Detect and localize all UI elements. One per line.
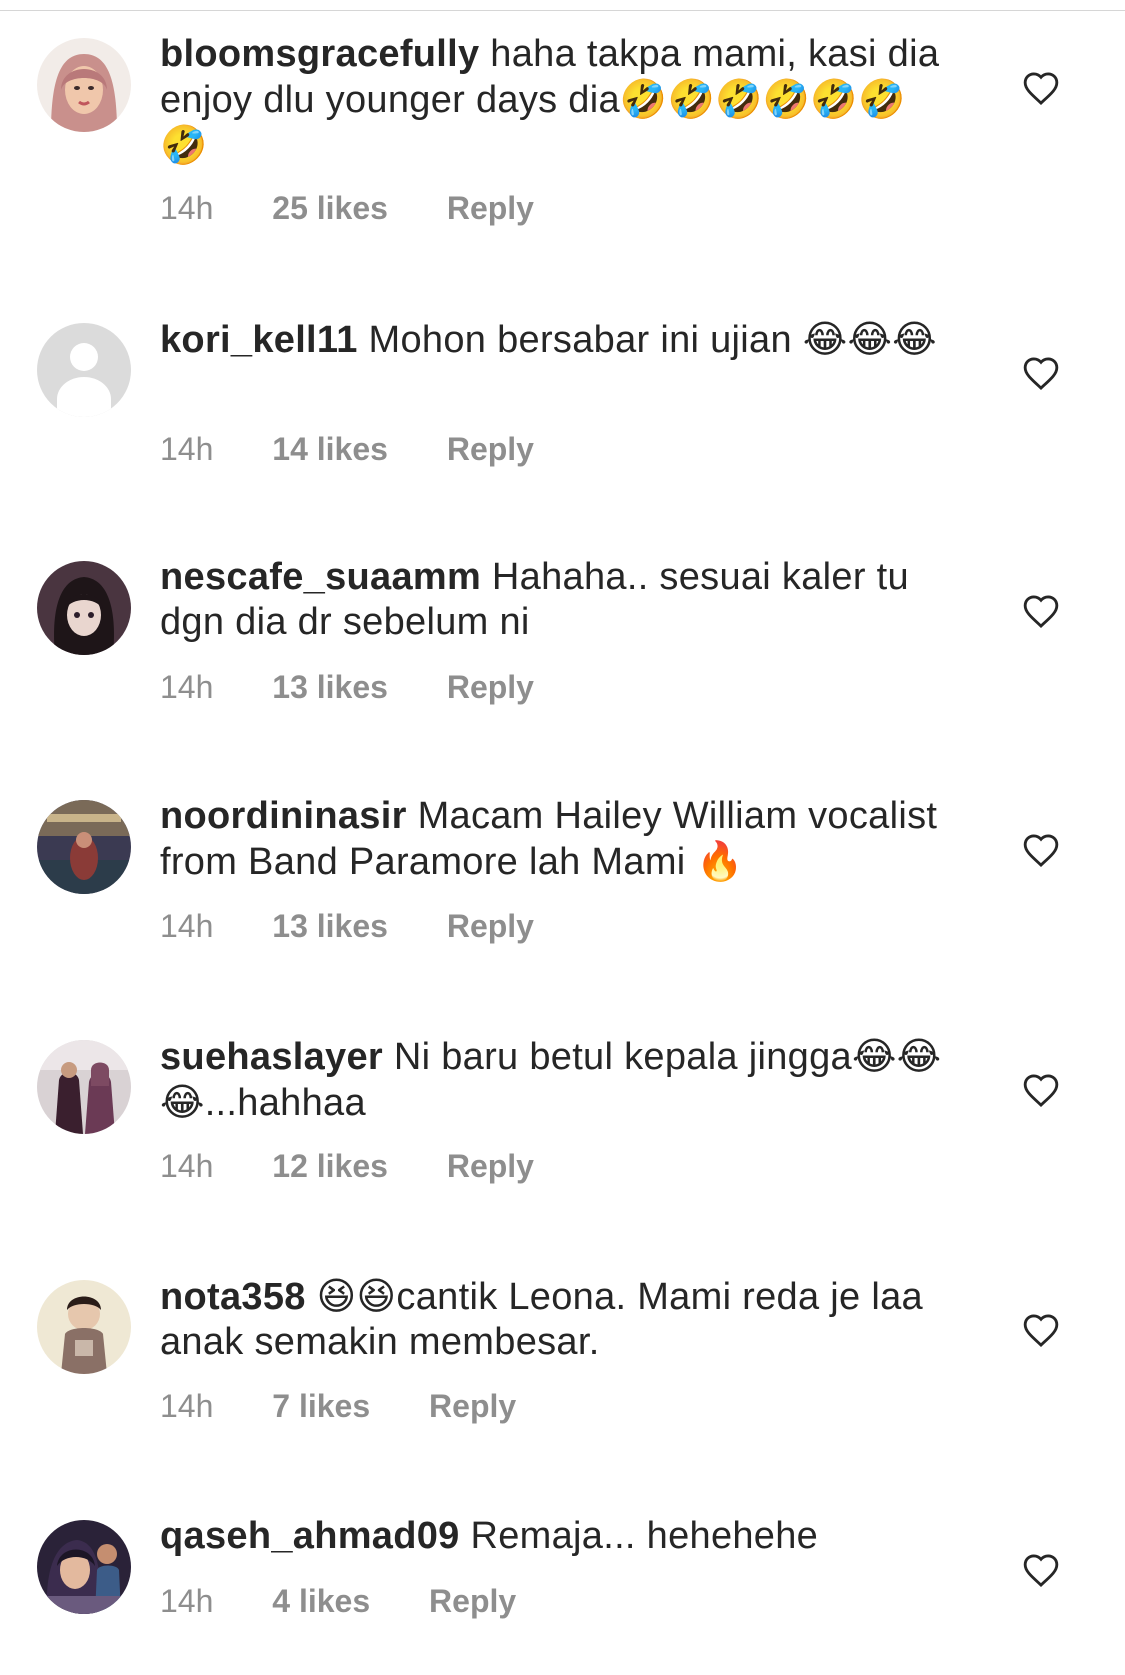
avatar[interactable]: [37, 38, 131, 132]
reply-button[interactable]: Reply: [447, 431, 534, 468]
comment-body: Remaja... hehehehe: [470, 1515, 819, 1557]
username-link[interactable]: noordininasir: [160, 795, 407, 837]
avatar[interactable]: [37, 1280, 131, 1374]
avatar[interactable]: [37, 1040, 131, 1134]
likes-count[interactable]: 14 likes: [272, 431, 388, 468]
heart-icon[interactable]: [1022, 355, 1060, 391]
reply-button[interactable]: Reply: [429, 1388, 516, 1425]
avatar[interactable]: [37, 561, 131, 655]
heart-icon[interactable]: [1022, 1072, 1060, 1108]
likes-count[interactable]: 4 likes: [272, 1583, 370, 1620]
avatar[interactable]: [37, 323, 131, 417]
comment-meta: 14h 25 likes Reply: [160, 190, 534, 227]
comment-meta: 14h 14 likes Reply: [160, 431, 534, 468]
comment-text: kori_kell11 Mohon bersabar ini ujian 😂😂😂: [160, 317, 950, 363]
comment-text: nota358 😆😆cantik Leona. Mami reda je laa…: [160, 1274, 950, 1365]
avatar[interactable]: [37, 1520, 131, 1614]
reply-button[interactable]: Reply: [447, 190, 534, 227]
comment-text: nescafe_suaamm Hahaha.. sesuai kaler tu …: [160, 555, 950, 645]
likes-count[interactable]: 13 likes: [272, 669, 388, 706]
comment-meta: 14h 13 likes Reply: [160, 669, 534, 706]
username-link[interactable]: qaseh_ahmad09: [160, 1515, 460, 1557]
heart-icon[interactable]: [1022, 1552, 1060, 1588]
heart-icon[interactable]: [1022, 1312, 1060, 1348]
comment-body: Mohon bersabar ini ujian: [368, 319, 792, 361]
likes-count[interactable]: 12 likes: [272, 1148, 388, 1185]
default-avatar-body: [57, 377, 111, 417]
timestamp: 14h: [160, 1148, 214, 1184]
emoji-text: 🔥: [696, 839, 745, 883]
username-link[interactable]: nota358: [160, 1276, 306, 1318]
likes-count[interactable]: 7 likes: [272, 1388, 370, 1425]
timestamp: 14h: [160, 431, 214, 467]
heart-icon[interactable]: [1022, 593, 1060, 629]
comment-body-end: ...hahhaa: [204, 1082, 366, 1124]
comment-meta: 14h 4 likes Reply: [160, 1583, 516, 1620]
username-link[interactable]: kori_kell11: [160, 319, 358, 361]
username-link[interactable]: suehaslayer: [160, 1036, 383, 1078]
default-avatar-head: [70, 343, 98, 371]
comment-text: qaseh_ahmad09 Remaja... hehehehe: [160, 1514, 950, 1559]
reply-button[interactable]: Reply: [447, 1148, 534, 1185]
comment-list: bloomsgracefully haha takpa mami, kasi d…: [0, 0, 1125, 1675]
timestamp: 14h: [160, 669, 214, 705]
reply-button[interactable]: Reply: [447, 908, 534, 945]
emoji-text: 😆😆: [316, 1274, 397, 1318]
comment-meta: 14h 13 likes Reply: [160, 908, 534, 945]
heart-icon[interactable]: [1022, 832, 1060, 868]
username-link[interactable]: nescafe_suaamm: [160, 556, 481, 598]
likes-count[interactable]: 13 likes: [272, 908, 388, 945]
username-link[interactable]: bloomsgracefully: [160, 33, 479, 75]
timestamp: 14h: [160, 1388, 214, 1424]
comment-text: suehaslayer Ni baru betul kepala jingga😂…: [160, 1034, 950, 1126]
avatar[interactable]: [37, 800, 131, 894]
comment-body: Ni baru betul kepala jingga: [393, 1036, 852, 1078]
timestamp: 14h: [160, 1583, 214, 1619]
emoji-text: 😂😂😂: [802, 317, 937, 361]
timestamp: 14h: [160, 190, 214, 226]
reply-button[interactable]: Reply: [447, 669, 534, 706]
likes-count[interactable]: 25 likes: [272, 190, 388, 227]
comment-meta: 14h 7 likes Reply: [160, 1388, 516, 1425]
heart-icon[interactable]: [1022, 70, 1060, 106]
reply-button[interactable]: Reply: [429, 1583, 516, 1620]
timestamp: 14h: [160, 908, 214, 944]
comment-text: bloomsgracefully haha takpa mami, kasi d…: [160, 32, 950, 169]
comment-text: noordininasir Macam Hailey William vocal…: [160, 794, 950, 885]
comment-meta: 14h 12 likes Reply: [160, 1148, 534, 1185]
